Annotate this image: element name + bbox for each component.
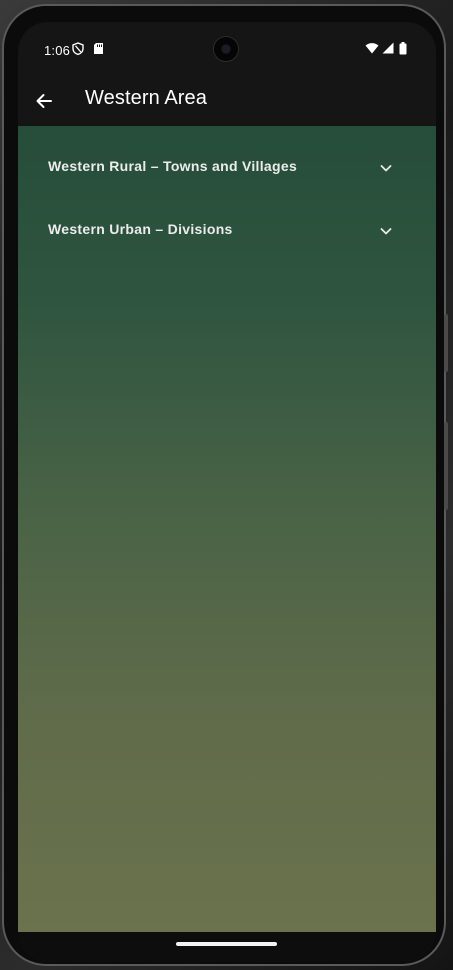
power-button bbox=[444, 422, 448, 510]
app-bar: Western Area bbox=[18, 76, 436, 126]
front-camera bbox=[213, 36, 239, 62]
home-indicator[interactable] bbox=[176, 942, 277, 946]
status-time: 1:06 bbox=[44, 43, 71, 58]
chevron-down-icon[interactable] bbox=[378, 223, 394, 239]
expansion-western-rural[interactable]: Western Rural – Towns and Villages bbox=[18, 136, 436, 198]
sd-card-icon bbox=[94, 43, 103, 54]
arrow-back-icon bbox=[36, 94, 52, 108]
volume-button bbox=[444, 314, 448, 372]
status-bar: 1:06 bbox=[18, 22, 436, 76]
gesture-nav-bar bbox=[18, 932, 436, 962]
wifi-icon bbox=[365, 43, 379, 54]
shield-icon bbox=[72, 42, 84, 55]
chevron-down-icon[interactable] bbox=[378, 160, 394, 176]
expansion-western-urban[interactable]: Western Urban – Divisions bbox=[18, 199, 436, 261]
screen: 1:06 Western Area Western Rural – Towns … bbox=[18, 22, 436, 962]
cellular-signal-icon bbox=[382, 42, 394, 54]
phone-frame: 1:06 Western Area Western Rural – Towns … bbox=[2, 4, 448, 966]
content-area: Western Rural – Towns and Villages Weste… bbox=[18, 126, 436, 932]
back-button[interactable] bbox=[28, 82, 60, 120]
expansion-label: Western Rural – Towns and Villages bbox=[48, 158, 298, 174]
battery-icon bbox=[399, 42, 407, 55]
expansion-label: Western Urban – Divisions bbox=[48, 221, 233, 237]
page-title: Western Area bbox=[85, 87, 208, 109]
